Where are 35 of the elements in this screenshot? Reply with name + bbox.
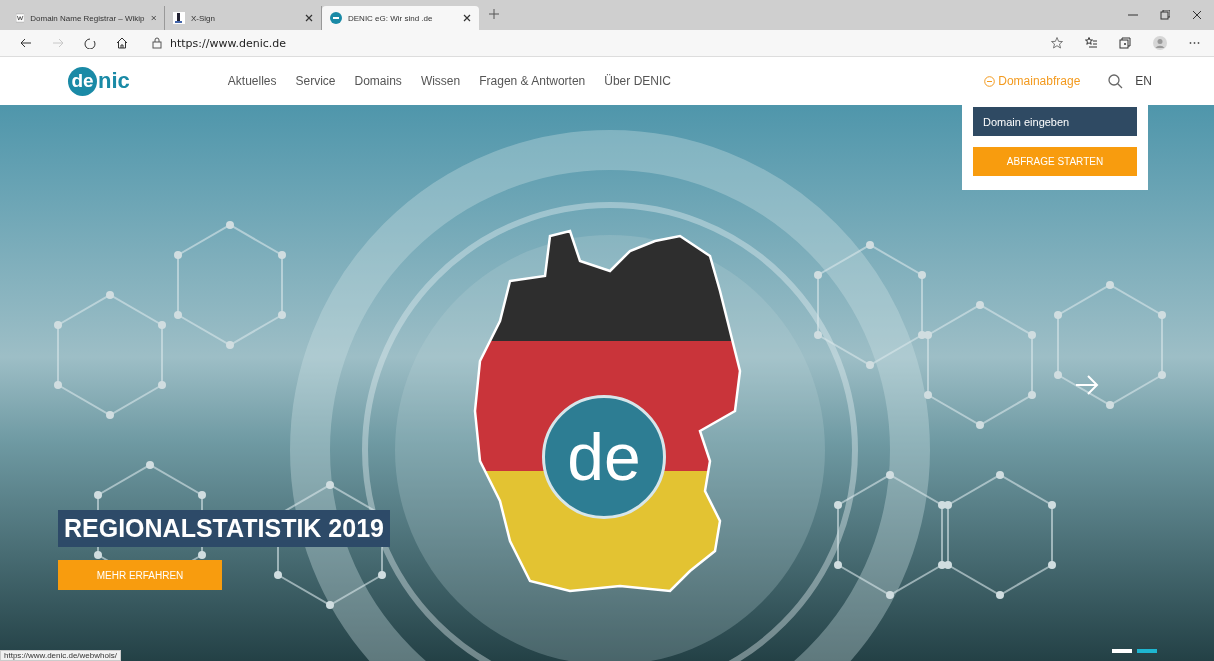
home-icon[interactable] <box>116 37 128 49</box>
nav-link[interactable]: Domains <box>354 74 402 88</box>
circle-favicon-icon <box>330 12 342 24</box>
plus-icon[interactable] <box>489 9 499 19</box>
close-icon[interactable] <box>305 14 313 22</box>
tab-title: Domain Name Registrar – Wikip <box>30 13 145 23</box>
nav-link[interactable]: Wissen <box>420 74 461 88</box>
back-arrow-icon[interactable] <box>20 38 32 48</box>
address-url[interactable]: https://www.denic.de <box>170 36 286 50</box>
nav-link[interactable]: Service <box>295 74 336 88</box>
nav-link[interactable]: Über DENIC <box>604 74 671 88</box>
more-icon[interactable] <box>1189 41 1200 45</box>
restore-icon[interactable] <box>1160 10 1170 20</box>
browser-tab[interactable]: DENIC eG: Wir sind .de <box>322 6 479 30</box>
minus-circle-icon <box>984 75 996 87</box>
profile-avatar-icon[interactable] <box>1153 36 1167 50</box>
lock-icon <box>152 37 162 49</box>
hero-headline: REGIONALSTATISTIK 2019 <box>58 510 390 547</box>
refresh-icon[interactable] <box>84 37 96 49</box>
language-link[interactable]: EN <box>1135 74 1152 88</box>
star-icon[interactable] <box>1051 37 1063 49</box>
close-icon[interactable] <box>463 14 471 22</box>
wiki-favicon-icon <box>16 12 25 24</box>
status-url-tooltip: https://www.denic.de/webwhois/ <box>0 650 121 661</box>
collections-icon[interactable] <box>1119 37 1131 49</box>
nav-link[interactable]: Aktuelles <box>227 74 277 88</box>
close-icon[interactable] <box>1192 10 1202 20</box>
domain-input-field[interactable]: Domain eingeben <box>973 107 1137 136</box>
tab-title: DENIC eG: Wir sind .de <box>348 13 434 23</box>
denic-logo[interactable]: de nic <box>68 66 130 96</box>
search-icon[interactable] <box>1108 73 1124 89</box>
nav-link[interactable]: Fragen & Antworten <box>479 74 586 88</box>
tab-title: X-Sign <box>191 13 216 23</box>
favorites-icon[interactable] <box>1085 37 1097 49</box>
document-favicon-icon <box>173 12 185 24</box>
